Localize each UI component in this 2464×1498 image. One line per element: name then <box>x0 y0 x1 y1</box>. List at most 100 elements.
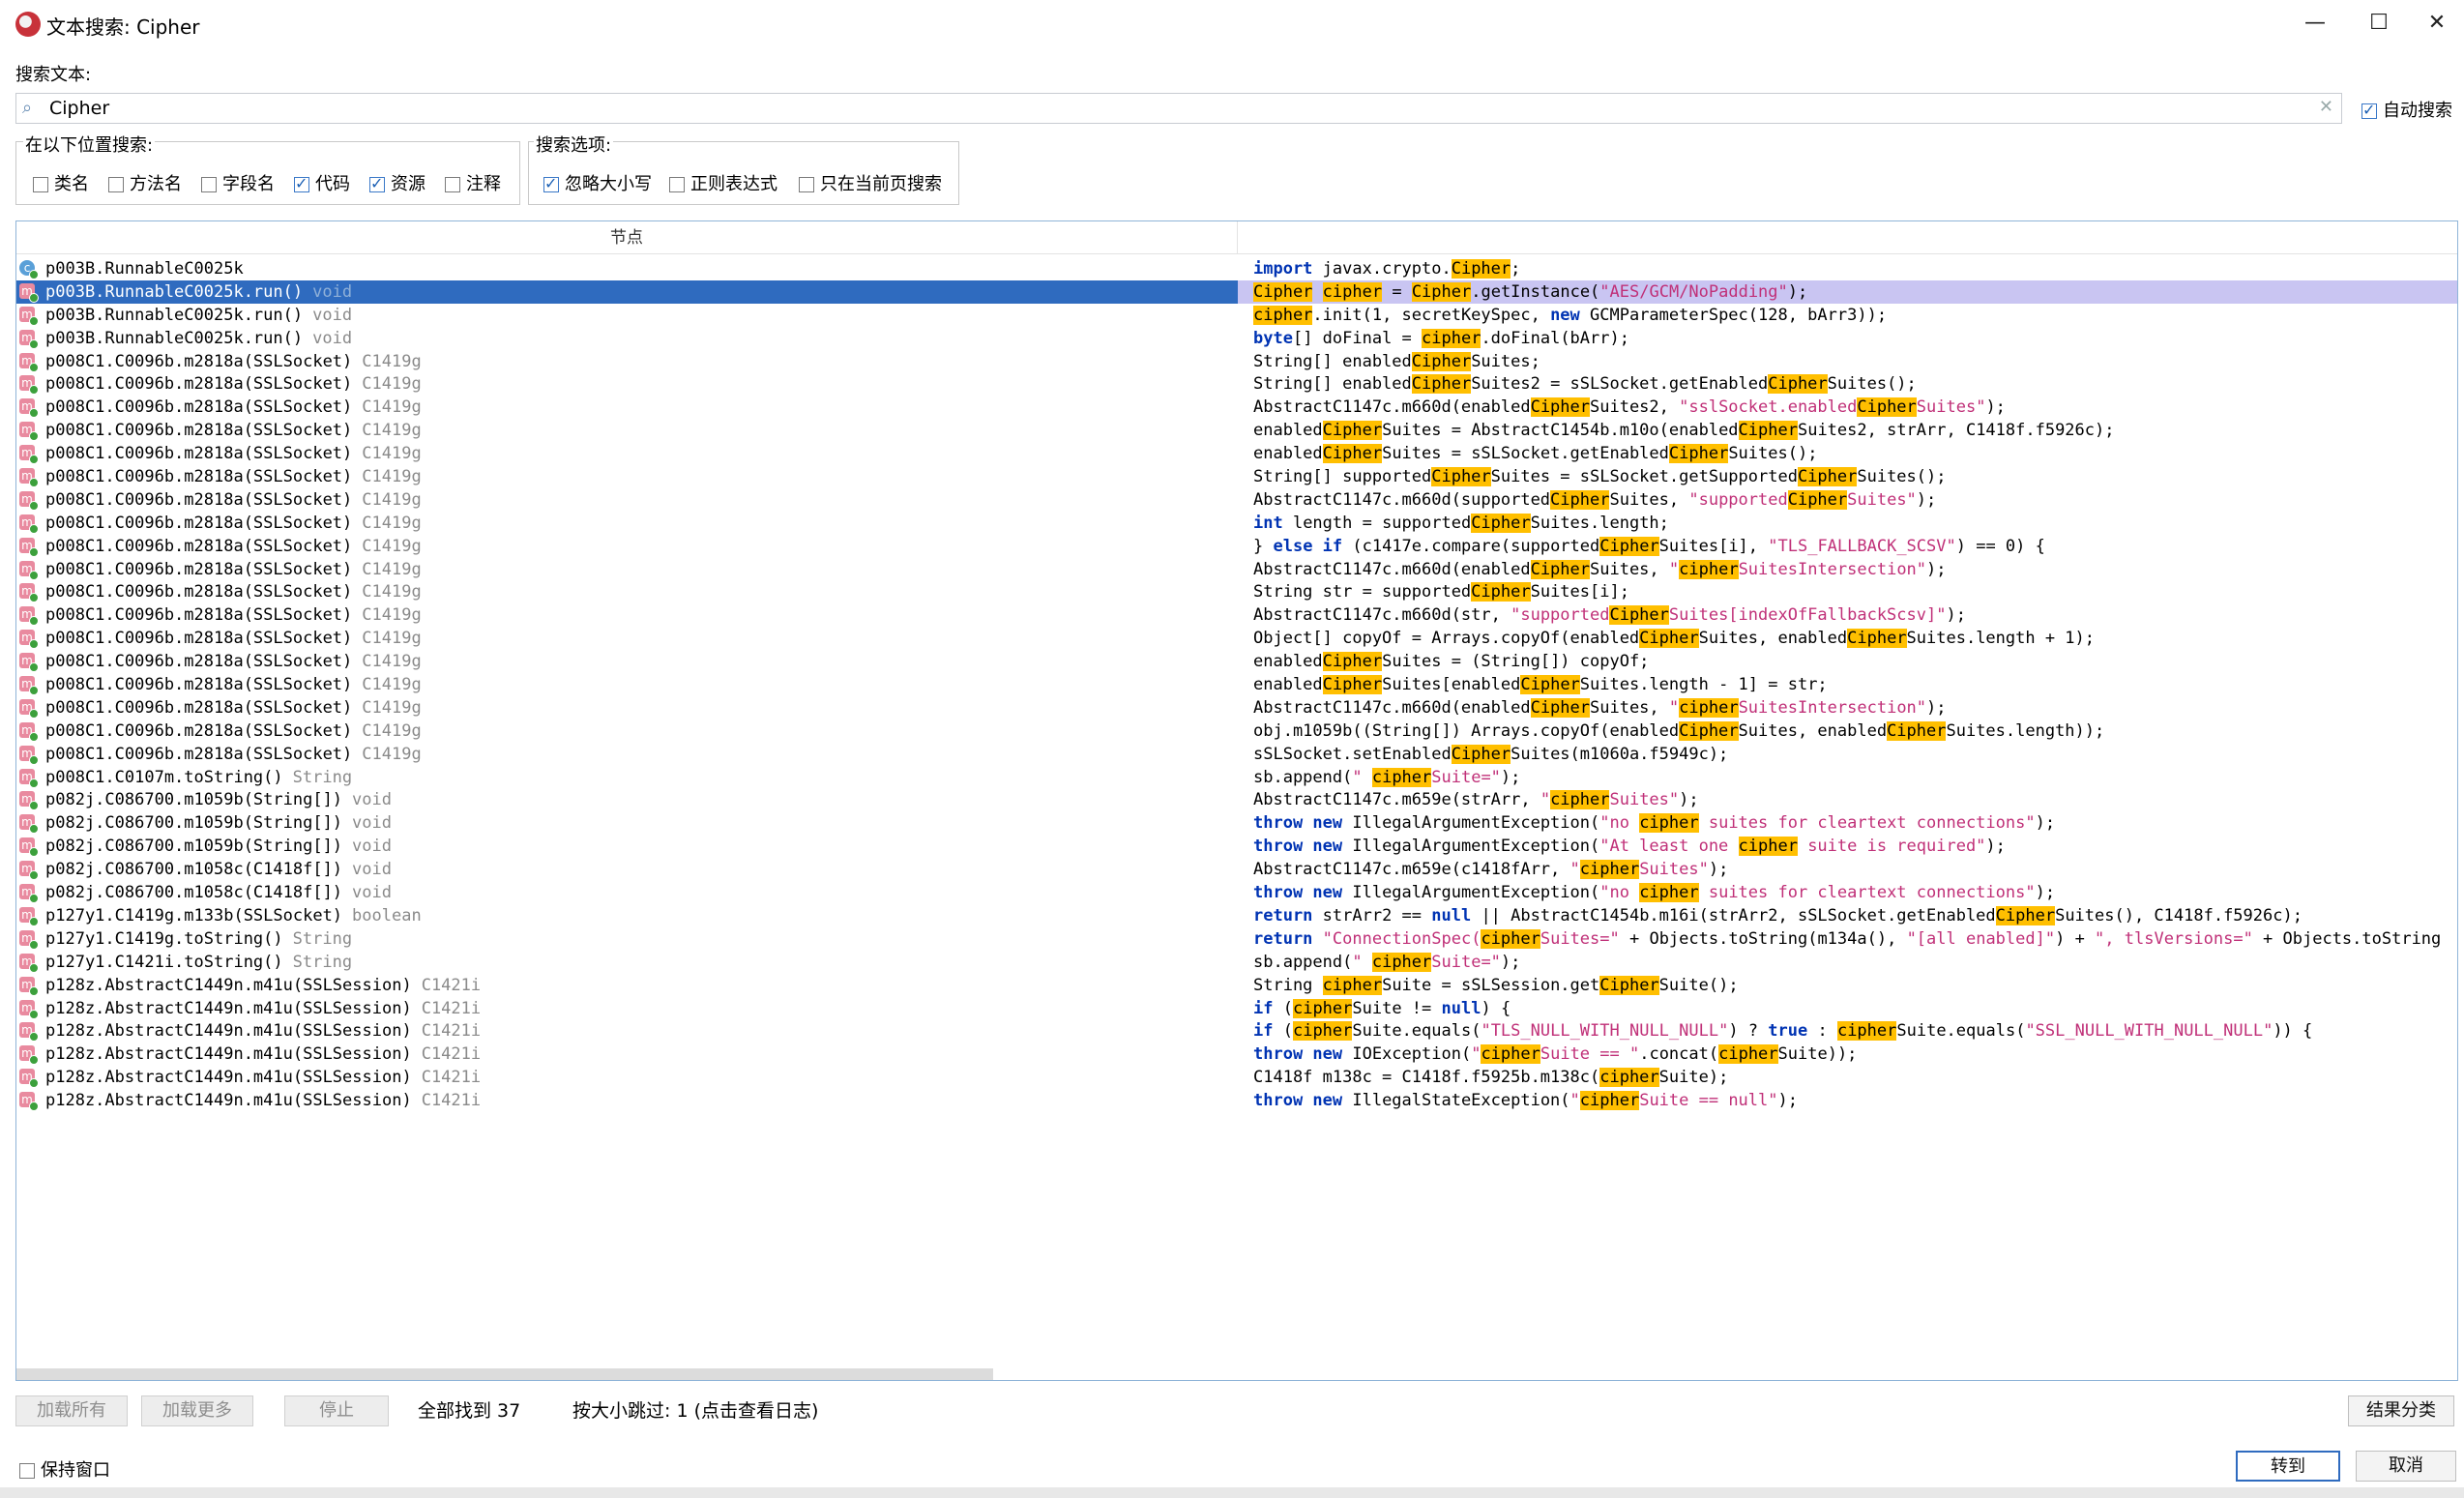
result-code-line[interactable]: throw new IllegalArgumentException("no c… <box>1238 811 2457 835</box>
result-node-row[interactable]: m p008C1.C0096b.m2818a(SSLSocket) C1419g <box>16 580 1238 603</box>
result-node-row[interactable]: m p008C1.C0096b.m2818a(SSLSocket) C1419g <box>16 627 1238 650</box>
search-in-resources[interactable]: 资源 <box>369 170 425 195</box>
result-node-row[interactable]: m p128z.AbstractC1449n.m41u(SSLSession) C1… <box>16 974 1238 997</box>
result-code-line[interactable]: String str = supportedCipherSuites[i]; <box>1238 580 2457 603</box>
resources-checkbox[interactable] <box>369 174 385 192</box>
result-code-line[interactable]: sb.append(" cipherSuite="); <box>1238 951 2457 974</box>
load-more-button[interactable]: 加载更多 <box>141 1395 253 1426</box>
result-node-row[interactable]: m p128z.AbstractC1449n.m41u(SSLSession) C1… <box>16 997 1238 1020</box>
clear-search-icon[interactable]: ✕ <box>2319 97 2333 117</box>
result-code-line[interactable]: return "ConnectionSpec(cipherSuites=" + … <box>1238 927 2457 951</box>
result-node-row[interactable]: m p128z.AbstractC1449n.m41u(SSLSession) C1… <box>16 1089 1238 1112</box>
search-in-code[interactable]: 代码 <box>294 170 350 195</box>
code-checkbox[interactable] <box>294 174 309 192</box>
minimize-button[interactable]: — <box>2296 8 2334 39</box>
result-code-line[interactable]: String[] enabledCipherSuites2 = sSLSocke… <box>1238 372 2457 396</box>
result-code-line[interactable]: if (cipherSuite.equals("TLS_NULL_WITH_NU… <box>1238 1019 2457 1043</box>
result-node-row[interactable]: m p008C1.C0096b.m2818a(SSLSocket) C1419g <box>16 350 1238 373</box>
result-code-line[interactable]: AbstractC1147c.m660d(enabledCipherSuites… <box>1238 696 2457 720</box>
result-node-row[interactable]: m p003B.RunnableC0025k.run() void <box>16 304 1238 327</box>
result-code-line[interactable]: AbstractC1147c.m660d(enabledCipherSuites… <box>1238 396 2457 419</box>
result-code-line[interactable]: AbstractC1147c.m660d(enabledCipherSuites… <box>1238 558 2457 581</box>
result-node-row[interactable]: m p008C1.C0096b.m2818a(SSLSocket) C1419g <box>16 603 1238 627</box>
result-code-line[interactable]: if (cipherSuite != null) { <box>1238 997 2457 1020</box>
result-code-line[interactable]: obj.m1059b((String[]) Arrays.copyOf(enab… <box>1238 720 2457 743</box>
current-page-only-checkbox[interactable] <box>799 177 814 192</box>
result-code-line[interactable]: int length = supportedCipherSuites.lengt… <box>1238 512 2457 535</box>
load-all-button[interactable]: 加载所有 <box>15 1395 128 1426</box>
search-in-method-name[interactable]: 方法名 <box>108 170 182 195</box>
result-node-row[interactable]: m p003B.RunnableC0025k.run() void <box>16 327 1238 350</box>
regex-checkbox[interactable] <box>669 177 685 192</box>
field-name-checkbox[interactable] <box>201 177 217 192</box>
result-code-line[interactable]: AbstractC1147c.m660d(supportedCipherSuit… <box>1238 488 2457 512</box>
result-code-line[interactable]: return strArr2 == null || AbstractC1454b… <box>1238 904 2457 927</box>
result-node-row[interactable]: m p003B.RunnableC0025k.run() void <box>16 279 1238 304</box>
result-code-line[interactable]: Cipher cipher = Cipher.getInstance("AES/… <box>1238 279 2457 304</box>
result-node-row[interactable]: m p127y1.C1419g.toString() String <box>16 927 1238 951</box>
maximize-button[interactable]: ☐ <box>2360 8 2398 39</box>
result-code-line[interactable]: C1418f m138c = C1418f.f5925b.m138c(ciphe… <box>1238 1066 2457 1089</box>
ignore-case-option[interactable]: 忽略大小写 <box>543 170 652 195</box>
result-node-row[interactable]: m p082j.C086700.m1059b(String[]) void <box>16 835 1238 858</box>
result-code-line[interactable]: throw new IOException("cipherSuite == ".… <box>1238 1043 2457 1066</box>
result-node-row[interactable]: m p128z.AbstractC1449n.m41u(SSLSession) C1… <box>16 1043 1238 1066</box>
skipped-by-size-link[interactable]: 按大小跳过: 1 (点击查看日志) <box>572 1396 818 1423</box>
result-code-line[interactable]: String[] enabledCipherSuites; <box>1238 350 2457 373</box>
comments-checkbox[interactable] <box>445 177 460 192</box>
result-node-row[interactable]: m p008C1.C0096b.m2818a(SSLSocket) C1419g <box>16 512 1238 535</box>
horizontal-scrollbar[interactable] <box>16 1368 993 1380</box>
result-code-line[interactable]: byte[] doFinal = cipher.doFinal(bArr); <box>1238 327 2457 350</box>
result-code-line[interactable]: throw new IllegalArgumentException("no c… <box>1238 881 2457 904</box>
result-node-row[interactable]: m p008C1.C0096b.m2818a(SSLSocket) C1419g <box>16 372 1238 396</box>
result-node-row[interactable]: m p008C1.C0096b.m2818a(SSLSocket) C1419g <box>16 465 1238 488</box>
result-code-line[interactable]: import javax.crypto.Cipher; <box>1238 257 2457 280</box>
result-node-row[interactable]: m p008C1.C0096b.m2818a(SSLSocket) C1419g <box>16 743 1238 766</box>
result-code-line[interactable]: enabledCipherSuites[enabledCipherSuites.… <box>1238 673 2457 696</box>
result-node-row[interactable]: m p008C1.C0096b.m2818a(SSLSocket) C1419g <box>16 558 1238 581</box>
auto-search-check-icon[interactable] <box>2361 101 2377 119</box>
result-node-row[interactable]: m p008C1.C0096b.m2818a(SSLSocket) C1419g <box>16 488 1238 512</box>
search-in-comments[interactable]: 注释 <box>445 170 501 195</box>
keep-window-checkbox[interactable] <box>19 1463 35 1479</box>
result-code-line[interactable]: sb.append(" cipherSuite="); <box>1238 766 2457 789</box>
result-node-row[interactable]: m p008C1.C0096b.m2818a(SSLSocket) C1419g <box>16 535 1238 558</box>
stop-button[interactable]: 停止 <box>284 1395 389 1426</box>
regex-option[interactable]: 正则表达式 <box>669 170 777 195</box>
close-button[interactable]: ✕ <box>2418 8 2456 39</box>
result-code-line[interactable]: enabledCipherSuites = AbstractC1454b.m10… <box>1238 419 2457 442</box>
result-node-row[interactable]: m p008C1.C0096b.m2818a(SSLSocket) C1419g <box>16 396 1238 419</box>
result-code-line[interactable]: Object[] copyOf = Arrays.copyOf(enabledC… <box>1238 627 2457 650</box>
result-code-line[interactable]: throw new IllegalArgumentException("At l… <box>1238 835 2457 858</box>
result-code-line[interactable]: AbstractC1147c.m659e(strArr, "cipherSuit… <box>1238 788 2457 811</box>
result-node-row[interactable]: c p003B.RunnableC0025k <box>16 257 1238 280</box>
result-code-line[interactable]: String[] supportedCipherSuites = sSLSock… <box>1238 465 2457 488</box>
result-code-line[interactable]: String cipherSuite = sSLSession.getCiphe… <box>1238 974 2457 997</box>
method-name-checkbox[interactable] <box>108 177 124 192</box>
result-node-row[interactable]: m p128z.AbstractC1449n.m41u(SSLSession) C1… <box>16 1066 1238 1089</box>
result-code-line[interactable]: sSLSocket.setEnabledCipherSuites(m1060a.… <box>1238 743 2457 766</box>
sort-results-button[interactable]: 结果分类 <box>2348 1395 2454 1426</box>
result-node-row[interactable]: m p082j.C086700.m1058c(C1418f[]) void <box>16 858 1238 881</box>
result-code-line[interactable]: } else if (c1417e.compare(supportedCiphe… <box>1238 535 2457 558</box>
result-node-row[interactable]: m p008C1.C0107m.toString() String <box>16 766 1238 789</box>
class-name-checkbox[interactable] <box>33 177 48 192</box>
result-node-row[interactable]: m p008C1.C0096b.m2818a(SSLSocket) C1419g <box>16 673 1238 696</box>
result-code-line[interactable]: AbstractC1147c.m659e(c1418fArr, "cipherS… <box>1238 858 2457 881</box>
search-input[interactable] <box>49 97 2273 120</box>
result-node-row[interactable]: m p008C1.C0096b.m2818a(SSLSocket) C1419g <box>16 419 1238 442</box>
goto-button[interactable]: 转到 <box>2236 1451 2340 1482</box>
result-node-row[interactable]: m p008C1.C0096b.m2818a(SSLSocket) C1419g <box>16 696 1238 720</box>
result-code-line[interactable]: AbstractC1147c.m660d(str, "supportedCiph… <box>1238 603 2457 627</box>
result-code-line[interactable]: enabledCipherSuites = (String[]) copyOf; <box>1238 650 2457 673</box>
code-column-header[interactable] <box>1238 221 2457 254</box>
node-column-header[interactable]: 节点 <box>16 221 1238 254</box>
result-node-row[interactable]: m p082j.C086700.m1058c(C1418f[]) void <box>16 881 1238 904</box>
result-node-row[interactable]: m p127y1.C1421i.toString() String <box>16 951 1238 974</box>
result-node-row[interactable]: m p008C1.C0096b.m2818a(SSLSocket) C1419g <box>16 720 1238 743</box>
cancel-button[interactable]: 取消 <box>2356 1451 2456 1482</box>
result-node-row[interactable]: m p008C1.C0096b.m2818a(SSLSocket) C1419g <box>16 650 1238 673</box>
keep-window-option[interactable]: 保持窗口 <box>19 1456 110 1482</box>
result-node-row[interactable]: m p082j.C086700.m1059b(String[]) void <box>16 811 1238 835</box>
result-node-row[interactable]: m p127y1.C1419g.m133b(SSLSocket) boolean <box>16 904 1238 927</box>
